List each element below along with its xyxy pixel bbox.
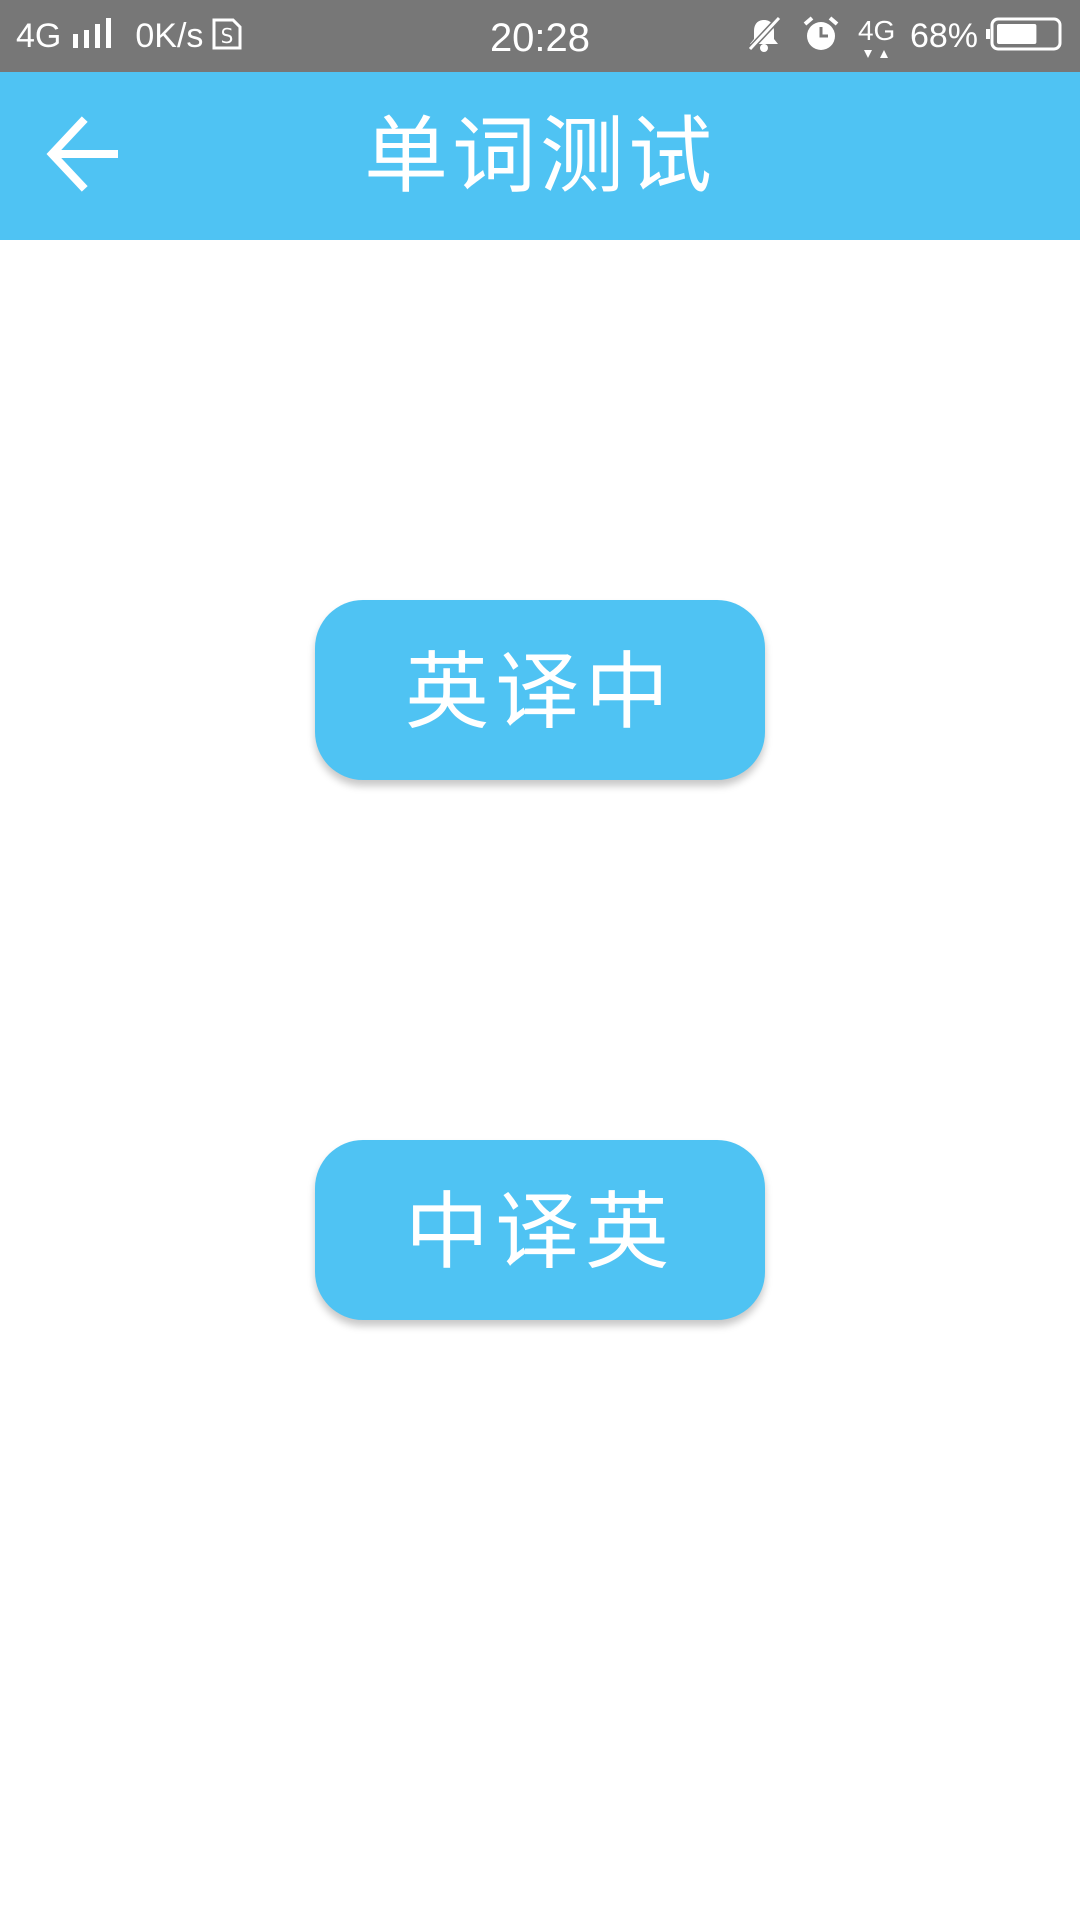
network-type-right: 4G [857, 15, 896, 46]
english-to-chinese-button[interactable]: 英译中 [315, 600, 765, 780]
page-title: 单词测试 [363, 107, 716, 205]
battery-icon [986, 17, 1062, 55]
status-bar: 4G 0K/s S 20:28 4G 68% [0, 0, 1080, 72]
bell-off-icon [746, 15, 782, 57]
back-button[interactable] [34, 108, 130, 204]
app-bar: 单词测试 [0, 72, 1080, 240]
chinese-to-english-button[interactable]: 中译英 [315, 1140, 765, 1320]
arrow-left-icon [42, 114, 122, 198]
status-right: 4G 68% [746, 0, 1062, 72]
data-4g-icon: 4G [858, 8, 898, 64]
battery-percent: 68% [909, 17, 978, 55]
alarm-icon [802, 15, 840, 57]
